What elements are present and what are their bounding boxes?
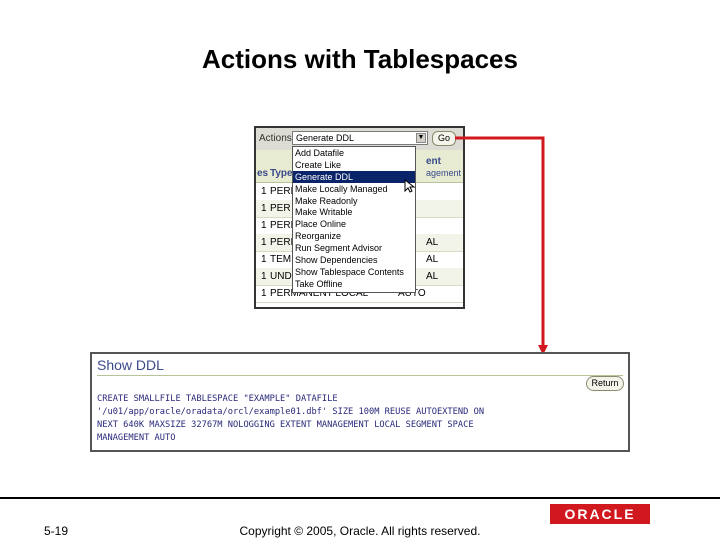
row-cell: 1 bbox=[261, 237, 267, 248]
header-left: es bbox=[257, 168, 269, 179]
dropdown-option[interactable]: Take Offline bbox=[293, 278, 415, 290]
ddl-line: NEXT 640K MAXSIZE 32767M NOLOGGING EXTEN… bbox=[97, 420, 474, 430]
row-extent: AL bbox=[426, 237, 439, 248]
dropdown-option[interactable]: Make Writable bbox=[293, 206, 415, 218]
dropdown-option-selected[interactable]: Generate DDL bbox=[293, 170, 415, 183]
ddl-title: Show DDL bbox=[97, 357, 164, 373]
row-type: TEMI bbox=[270, 254, 294, 265]
dropdown-option[interactable]: Place Online bbox=[293, 218, 415, 230]
header-extent-top: ent bbox=[426, 156, 441, 167]
dropdown-option[interactable]: Make Readonly bbox=[293, 195, 415, 207]
ddl-line: CREATE SMALLFILE TABLESPACE "EXAMPLE" DA… bbox=[97, 394, 338, 404]
mouse-cursor-icon bbox=[404, 179, 416, 193]
row-cell: 1 bbox=[261, 220, 267, 231]
return-button[interactable]: Return bbox=[586, 376, 624, 391]
go-button[interactable]: Go bbox=[432, 131, 456, 146]
row-cell: 1 bbox=[261, 271, 267, 282]
row-extent: AL bbox=[426, 271, 439, 282]
row-type: PERI bbox=[270, 237, 294, 248]
ddl-line: '/u01/app/oracle/oradata/orcl/example01.… bbox=[97, 407, 485, 417]
row-extent: AL bbox=[426, 254, 439, 265]
connector-arrow-icon bbox=[455, 136, 548, 355]
row-type: PERI bbox=[270, 186, 294, 197]
dropdown-option[interactable]: Show Tablespace Contents bbox=[293, 266, 415, 278]
actions-label: Actions bbox=[259, 133, 292, 144]
oracle-logo: ORACLE bbox=[550, 504, 650, 524]
row-type: PER bbox=[270, 203, 291, 214]
actions-select[interactable]: Generate DDL ▼ bbox=[292, 131, 428, 145]
slide-title: Actions with Tablespaces bbox=[202, 44, 518, 74]
dropdown-option[interactable]: Run Segment Advisor bbox=[293, 242, 415, 254]
select-arrow-icon[interactable]: ▼ bbox=[416, 133, 426, 143]
dropdown-option[interactable]: Make Locally Managed bbox=[293, 183, 415, 195]
header-type[interactable]: Type bbox=[270, 168, 293, 179]
row-cell: 1 bbox=[261, 254, 267, 265]
dropdown-option[interactable]: Show Dependencies bbox=[293, 254, 415, 266]
show-ddl-panel: Show DDL Return CREATE SMALLFILE TABLESP… bbox=[90, 352, 630, 452]
row-type: PERI bbox=[270, 220, 294, 231]
tablespace-actions-panel: Actions Generate DDL ▼ Go es Type ent ag… bbox=[254, 126, 465, 309]
row-cell: 1 bbox=[261, 203, 267, 214]
row-cell: 1 bbox=[261, 186, 267, 197]
dropdown-option[interactable]: Create Like bbox=[293, 159, 415, 171]
row-cell: 1 bbox=[261, 288, 267, 299]
actions-select-value: Generate DDL bbox=[296, 133, 355, 143]
footer-divider bbox=[0, 497, 720, 499]
ddl-divider bbox=[97, 375, 623, 376]
dropdown-option[interactable]: Add Datafile bbox=[293, 147, 415, 159]
dropdown-option[interactable]: Reorganize bbox=[293, 230, 415, 242]
ddl-line: MANAGEMENT AUTO bbox=[97, 433, 176, 443]
copyright-text: Copyright © 2005, Oracle. All rights res… bbox=[239, 524, 481, 538]
actions-dropdown-list[interactable]: Add Datafile Create Like Generate DDL Ma… bbox=[292, 146, 416, 293]
